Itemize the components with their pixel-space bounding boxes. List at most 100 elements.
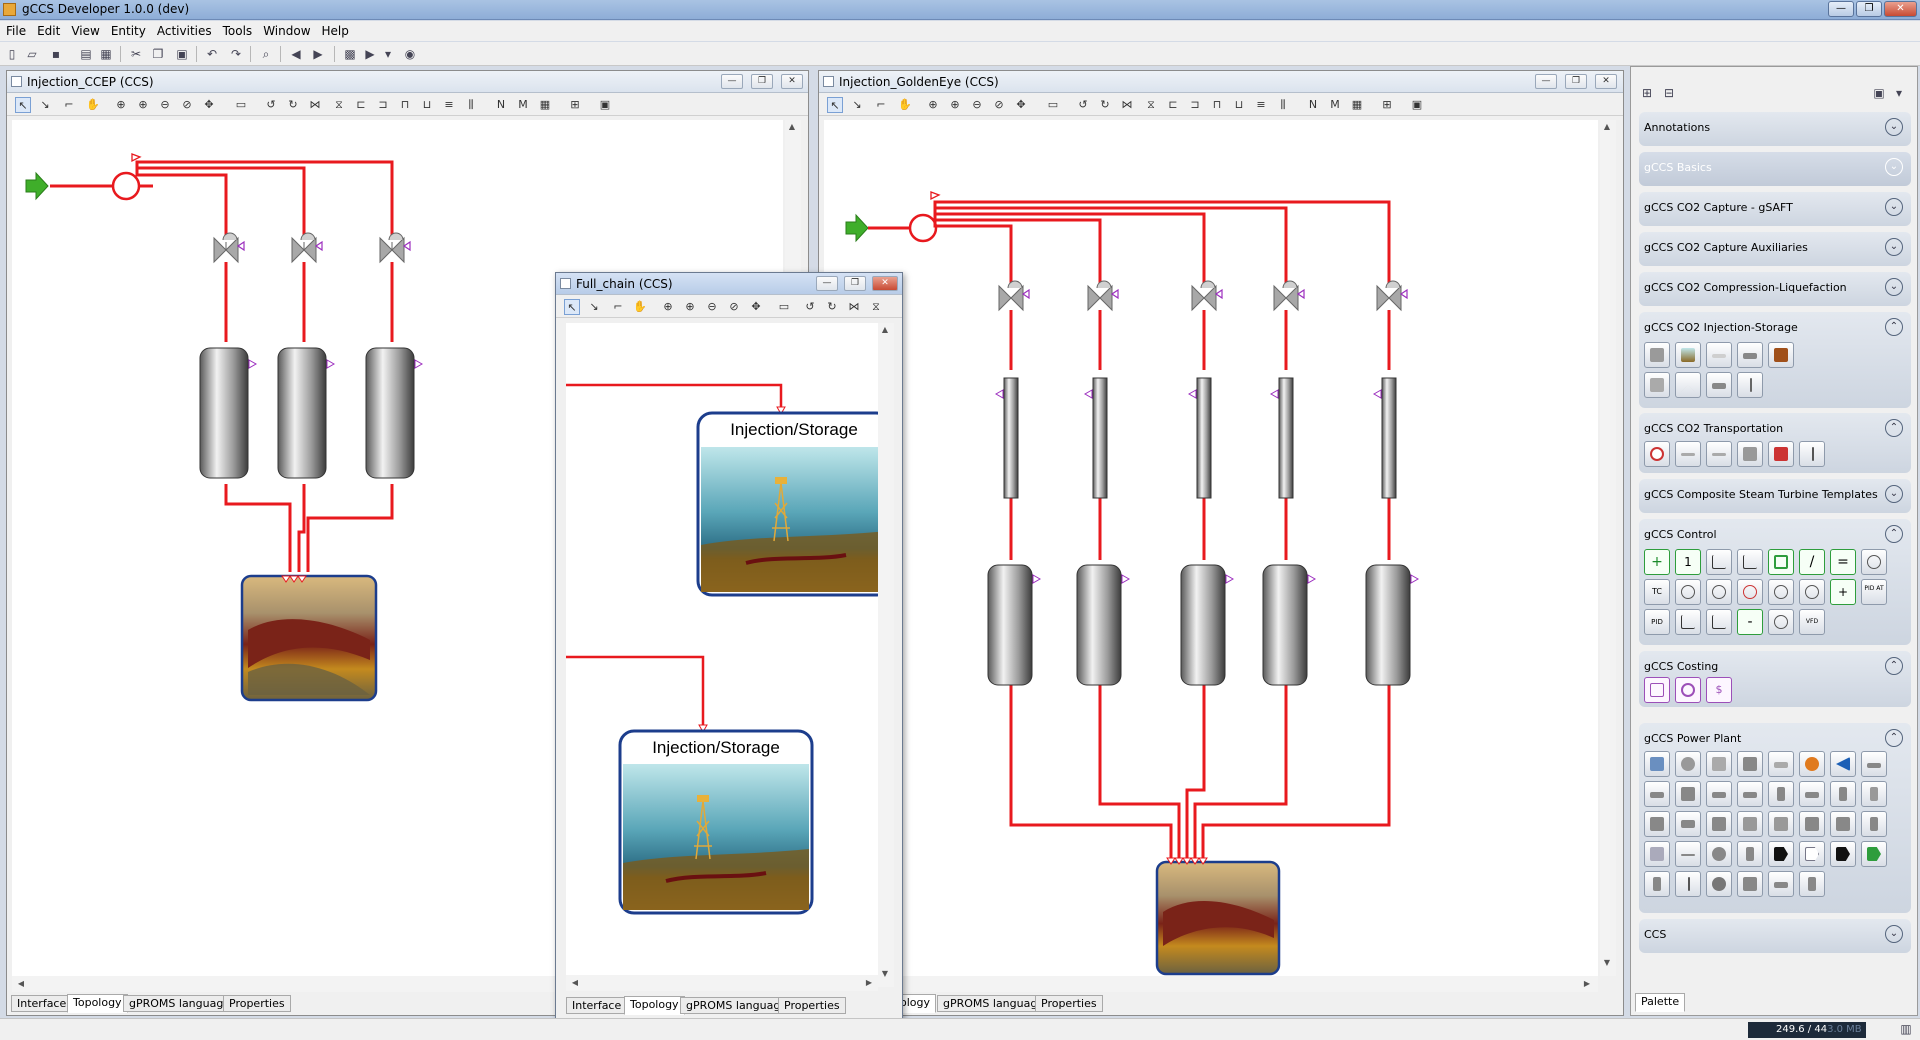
goldeneye-close-button[interactable]: ✕: [1595, 74, 1617, 89]
connect-tool-icon[interactable]: ⌐: [873, 97, 889, 113]
menu-edit[interactable]: Edit: [31, 21, 65, 39]
flip-icon[interactable]: ⋈: [846, 299, 862, 315]
flip-icon[interactable]: ⋈: [1119, 97, 1135, 113]
palette-section-steam-turbine[interactable]: gCCS Composite Steam Turbine Templates ⌄: [1639, 479, 1911, 513]
palette-item-pipe-2[interactable]: [1706, 372, 1732, 398]
zoom-fit-icon[interactable]: ⊘: [179, 97, 195, 113]
palette-item-ramp[interactable]: [1737, 549, 1763, 575]
palette-item-valve[interactable]: [1675, 372, 1701, 398]
find-icon[interactable]: ⌕: [258, 46, 274, 62]
flip-vertical-icon[interactable]: ⧖: [331, 97, 347, 113]
open-folder-icon[interactable]: ▱: [24, 46, 40, 62]
grid-icon[interactable]: ▦: [1349, 97, 1365, 113]
palette-section-costing[interactable]: gCCS Costing ⌃ $: [1639, 651, 1911, 707]
palette-item-cost-sheet[interactable]: [1644, 677, 1670, 703]
menu-entity[interactable]: Entity: [105, 21, 151, 39]
palette-item-pipe[interactable]: [1737, 342, 1763, 368]
close-window-button[interactable]: ✕: [1884, 1, 1917, 17]
palette-item-heat-exchanger[interactable]: [1768, 751, 1794, 777]
goldeneye-restore-button[interactable]: ❐: [1565, 74, 1587, 89]
zoom-fit-icon[interactable]: ⊘: [726, 299, 742, 315]
back-icon[interactable]: ◀: [288, 46, 304, 62]
align-bottom-icon[interactable]: ≡: [441, 97, 457, 113]
palette-item-pipe-a[interactable]: [1644, 781, 1670, 807]
build-icon[interactable]: ▩: [342, 46, 358, 62]
tab-interface[interactable]: Interface: [11, 995, 73, 1012]
snap-icon[interactable]: ⊞: [1379, 97, 1395, 113]
palette-section-power-plant[interactable]: gCCS Power Plant ⌃: [1639, 723, 1911, 913]
palette-item-pipe-e[interactable]: [1799, 781, 1825, 807]
tab-properties[interactable]: Properties: [223, 995, 291, 1012]
tab-gproms-language[interactable]: gPROMS language: [937, 995, 1051, 1012]
palette-item-well-tubing[interactable]: [1737, 372, 1763, 398]
palette-item-constant[interactable]: 1: [1675, 549, 1701, 575]
menu-view[interactable]: View: [65, 21, 104, 39]
palette-item-pipe-c[interactable]: [1706, 781, 1732, 807]
palette-section-transportation[interactable]: gCCS CO2 Transportation ⌃: [1639, 413, 1911, 473]
palette-item-cost-circle[interactable]: [1675, 677, 1701, 703]
palette-item-valve[interactable]: [1737, 441, 1763, 467]
cut-icon[interactable]: ✂: [128, 46, 144, 62]
palette-item-tank[interactable]: [1706, 751, 1732, 777]
palette-item-sink-white[interactable]: [1799, 841, 1825, 867]
palette-section-annotations[interactable]: Annotations ⌄: [1639, 112, 1911, 146]
palette-item-step[interactable]: [1706, 549, 1732, 575]
full-chain-horizontal-scrollbar[interactable]: ◀ ▶: [566, 975, 878, 991]
palette-item-stack[interactable]: [1830, 811, 1856, 837]
palette-item-control-valve[interactable]: [1768, 441, 1794, 467]
zoom-in-icon[interactable]: ⊕: [947, 97, 963, 113]
palette-item-signal-box[interactable]: [1768, 549, 1794, 575]
palette-item-column-6[interactable]: [1799, 871, 1825, 897]
palette-item-splitter[interactable]: [1675, 811, 1701, 837]
palette-item-sensor-3[interactable]: [1706, 579, 1732, 605]
palette-item-valve-b[interactable]: [1768, 811, 1794, 837]
pan-tool-icon[interactable]: ✋: [632, 299, 648, 315]
palette-item-tc[interactable]: TC: [1644, 579, 1670, 605]
maximize-window-button[interactable]: ❐: [1856, 1, 1882, 17]
new-file-icon[interactable]: ▯: [4, 46, 20, 62]
palette-item-column[interactable]: [1737, 751, 1763, 777]
garbage-collect-icon[interactable]: ▥: [1898, 1021, 1914, 1037]
select-tool-icon[interactable]: ↖: [564, 299, 580, 315]
palette-item-pipe-segment[interactable]: [1706, 342, 1732, 368]
medium-size-icon[interactable]: M: [515, 97, 531, 113]
chevron-up-icon[interactable]: ⌃: [1885, 318, 1903, 336]
center-icon[interactable]: ✥: [748, 299, 764, 315]
chevron-down-icon[interactable]: ⌄: [1885, 198, 1903, 216]
palette-item-turbine[interactable]: [1830, 751, 1856, 777]
marquee-tool-icon[interactable]: ↘: [37, 97, 53, 113]
save-all-icon[interactable]: ▤: [78, 46, 94, 62]
rotate-right-icon[interactable]: ↻: [1097, 97, 1113, 113]
menu-window[interactable]: Window: [257, 21, 315, 39]
goldeneye-topology-canvas[interactable]: [824, 120, 1598, 976]
palette-item-riser[interactable]: [1799, 441, 1825, 467]
connect-tool-icon[interactable]: ⌐: [610, 299, 626, 315]
menu-help[interactable]: Help: [316, 21, 354, 39]
tab-interface[interactable]: Interface: [566, 997, 628, 1014]
rotate-right-icon[interactable]: ↻: [824, 299, 840, 315]
palette-item-pipeline[interactable]: [1675, 441, 1701, 467]
select-tool-icon[interactable]: ↖: [15, 97, 31, 113]
ccep-close-button[interactable]: ✕: [781, 74, 803, 89]
palette-item-fan[interactable]: [1706, 841, 1732, 867]
palette-item-boiler[interactable]: [1644, 751, 1670, 777]
marquee-tool-icon[interactable]: ↘: [849, 97, 865, 113]
chevron-up-icon[interactable]: ⌃: [1885, 419, 1903, 437]
palette-item-line[interactable]: [1675, 841, 1701, 867]
palette-section-ccs[interactable]: CCS ⌄: [1639, 919, 1911, 953]
layout-icon[interactable]: ▭: [1045, 97, 1061, 113]
palette-item-pipe-d[interactable]: [1737, 781, 1763, 807]
palette-item-sum[interactable]: +: [1644, 549, 1670, 575]
align-middle-icon[interactable]: ⊔: [1231, 97, 1247, 113]
palette-settings-icon[interactable]: ▣: [1871, 85, 1887, 101]
palette-item-multiply[interactable]: +: [1830, 579, 1856, 605]
palette-item-column-3[interactable]: [1861, 781, 1887, 807]
palette-item-cylinder[interactable]: [1644, 871, 1670, 897]
palette-item-pipe-b[interactable]: [1675, 781, 1701, 807]
center-icon[interactable]: ✥: [201, 97, 217, 113]
export-image-icon[interactable]: ▣: [1409, 97, 1425, 113]
align-top-icon[interactable]: ⊓: [397, 97, 413, 113]
minimize-window-button[interactable]: —: [1828, 1, 1854, 17]
palette-item-reservoir-sea[interactable]: [1675, 342, 1701, 368]
normal-size-icon[interactable]: N: [1305, 97, 1321, 113]
